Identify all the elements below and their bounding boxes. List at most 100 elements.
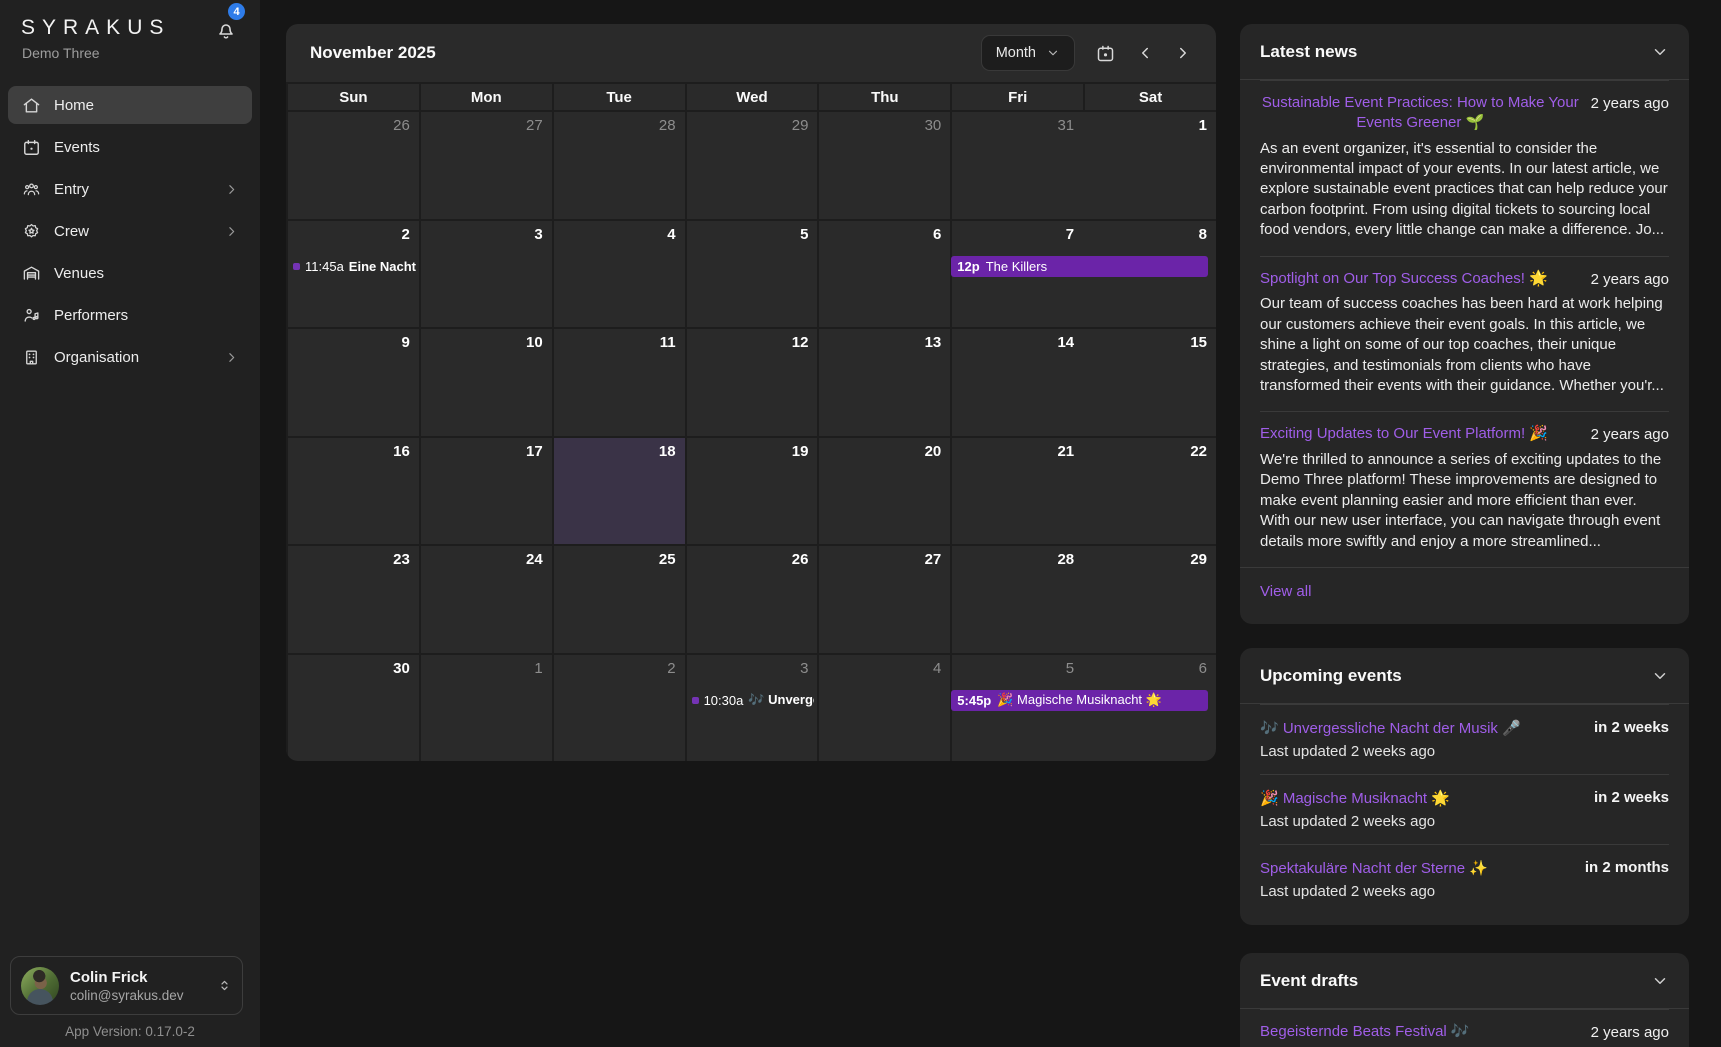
calendar-day-cell[interactable]: 20 [817,436,950,545]
sidebar-item-organisation[interactable]: Organisation [8,338,252,376]
upcoming-events-title: Upcoming events [1260,666,1402,686]
calendar-day-cell[interactable]: 17 [419,436,552,545]
calendar-day-cell[interactable]: 13 [817,327,950,436]
upcoming-event-item: 🎉 Magische Musiknacht 🌟 in 2 weeks Last … [1240,774,1689,844]
day-number: 19 [696,443,809,460]
calendar-day-cell[interactable]: 27 [419,110,552,219]
calendar-day-cell[interactable]: 29 [685,110,818,219]
calendar-day-cell[interactable]: 23 [286,544,419,653]
day-number: 27 [828,551,941,568]
today-calendar-icon[interactable] [1095,43,1116,64]
calendar-day-cell[interactable]: 4 [817,653,950,762]
calendar-day-cell[interactable]: 24 [419,544,552,653]
calendar-day-cell[interactable]: 15 [1083,327,1216,436]
view-all-link[interactable]: View all [1260,583,1311,600]
event-drafts-header: Event drafts [1240,953,1689,1009]
calendar-day-cell[interactable]: 16 [286,436,419,545]
calendar-day-cell[interactable]: 3 [419,219,552,328]
notifications-bell-icon[interactable] [214,18,240,44]
calendar-day-cell[interactable]: 27 [817,544,950,653]
news-item: Spotlight on Our Top Success Coaches! 🌟 … [1240,256,1689,412]
calendar-day-cell[interactable]: 31 [950,110,1083,219]
weekday-header: Thu [817,84,950,110]
upcoming-event-title[interactable]: Spektakuläre Nacht der Sterne ✨ [1260,859,1488,877]
view-select-button[interactable]: Month [981,35,1075,71]
news-item-time: 2 years ago [1591,93,1669,112]
day-number: 25 [563,551,676,568]
calendar-day-cell[interactable]: 29 [1083,544,1216,653]
sidebar-item-venues[interactable]: Venues [8,254,252,292]
nav-label: Venues [54,265,104,282]
draft-item-title[interactable]: Begeisternde Beats Festival 🎶 [1260,1022,1581,1042]
chevron-right-icon [225,225,238,238]
sidebar-item-home[interactable]: Home [8,86,252,124]
calendar-event-bar[interactable]: 12pThe Killers [951,256,1208,277]
calendar-day-cell[interactable]: 14 [950,327,1083,436]
calendar-day-cell[interactable]: 4 [552,219,685,328]
collapse-chevron-icon[interactable] [1651,43,1669,61]
chevron-right-icon [225,351,238,364]
calendar-day-cell[interactable]: 2 [552,653,685,762]
user-email: colin@syrakus.dev [70,988,184,1003]
news-item-time: 2 years ago [1591,269,1669,288]
calendar-day-cell[interactable]: 9 [286,327,419,436]
prev-month-button[interactable] [1136,44,1154,62]
day-number: 30 [297,660,410,677]
calendar-day-cell[interactable]: 30 [286,653,419,762]
calendar-day-cell[interactable]: 6 [817,219,950,328]
calendar-card: November 2025 Month [286,24,1216,761]
calendar-day-cell[interactable]: 5 [685,219,818,328]
weekday-header-row: SunMonTueWedThuFriSat [286,82,1216,110]
calendar-day-cell[interactable]: 26 [685,544,818,653]
app-logo: SYRAKUS [21,16,170,40]
sidebar-item-events[interactable]: Events [8,128,252,166]
weekday-header: Tue [552,84,685,110]
news-item-title[interactable]: Exciting Updates to Our Event Platform! … [1260,424,1581,444]
calendar-day-cell[interactable]: 19 [685,436,818,545]
day-number: 3 [696,660,809,677]
day-number: 29 [696,117,809,134]
calendar-day-cell[interactable]: 18 [552,436,685,545]
calendar-day-cell[interactable]: 28 [552,110,685,219]
upcoming-event-updated: Last updated 2 weeks ago [1260,883,1669,900]
nav-icon [22,348,41,367]
calendar-day-cell[interactable]: 1 [1083,110,1216,219]
calendar-day-cell[interactable]: 11 [552,327,685,436]
day-number: 10 [430,334,543,351]
calendar-day-cell[interactable]: 22 [1083,436,1216,545]
upcoming-event-title[interactable]: 🎉 Magische Musiknacht 🌟 [1260,789,1450,807]
calendar-event-chip[interactable]: 10:30a🎶 Unvergessliche Nacht der Musik 🎤 [687,690,815,711]
news-list: Sustainable Event Practices: How to Make… [1240,80,1689,567]
view-select-value: Month [996,45,1036,61]
nav-icon [22,138,41,157]
next-month-button[interactable] [1174,44,1192,62]
nav-icon [22,96,41,115]
day-number: 20 [828,443,941,460]
calendar-event-bar[interactable]: 5:45p🎉 Magische Musiknacht 🌟 [951,690,1208,711]
sidebar-item-crew[interactable]: Crew [8,212,252,250]
day-number: 8 [1092,226,1207,243]
collapse-chevron-icon[interactable] [1651,667,1669,685]
user-profile-menu[interactable]: Colin Frick colin@syrakus.dev [10,956,243,1015]
event-dot [692,697,699,704]
calendar-day-cell[interactable]: 28 [950,544,1083,653]
event-time: 11:45a [305,259,344,274]
day-number: 9 [297,334,410,351]
calendar-day-cell[interactable]: 30 [817,110,950,219]
news-item-title[interactable]: Spotlight on Our Top Success Coaches! 🌟 [1260,269,1581,289]
news-item-title[interactable]: Sustainable Event Practices: How to Make… [1260,93,1581,133]
calendar-day-cell[interactable]: 1 [419,653,552,762]
calendar-day-cell[interactable]: 10 [419,327,552,436]
calendar-event-chip[interactable]: 11:45aEine Nacht [288,256,416,277]
calendar-day-cell[interactable]: 26 [286,110,419,219]
weekday-header: Wed [685,84,818,110]
calendar-day-cell[interactable]: 25 [552,544,685,653]
upcoming-events-header: Upcoming events [1240,648,1689,704]
sidebar-item-entry[interactable]: Entry [8,170,252,208]
calendar-day-cell[interactable]: 12 [685,327,818,436]
draft-item-time: 2 years ago [1591,1022,1669,1041]
calendar-day-cell[interactable]: 21 [950,436,1083,545]
sidebar-item-performers[interactable]: Performers [8,296,252,334]
upcoming-event-title[interactable]: 🎶 Unvergessliche Nacht der Musik 🎤 [1260,719,1521,737]
collapse-chevron-icon[interactable] [1651,972,1669,990]
